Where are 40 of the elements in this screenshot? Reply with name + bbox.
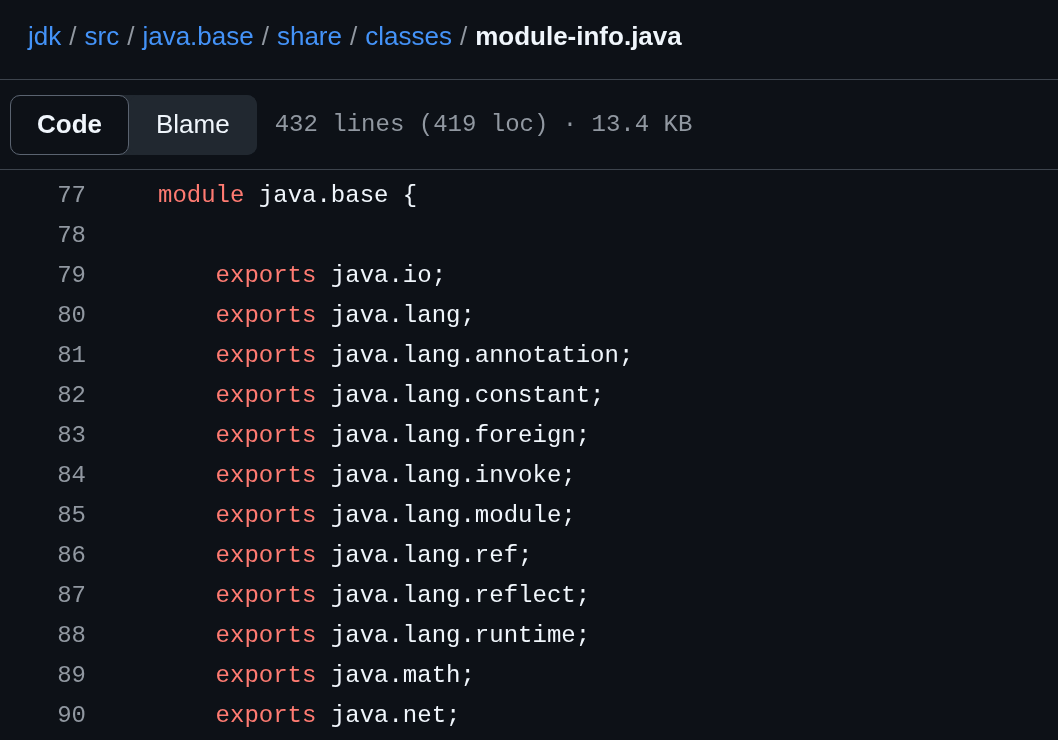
file-info: 432 lines (419 loc) · 13.4 KB bbox=[274, 111, 693, 138]
code-line: exports java.lang.annotation; bbox=[214, 341, 634, 369]
view-tab[interactable]: Code bbox=[10, 94, 129, 155]
code-line: exports java.lang.module; bbox=[214, 501, 576, 529]
line-number[interactable]: 88 bbox=[0, 621, 86, 649]
line-number[interactable]: 89 bbox=[0, 661, 86, 689]
code-line: module java.base { bbox=[158, 181, 418, 209]
code-line: exports java.lang.constant; bbox=[214, 381, 605, 409]
code-line: exports java.net; bbox=[214, 701, 461, 729]
line-number[interactable]: 86 bbox=[0, 541, 86, 569]
line-number[interactable]: 81 bbox=[0, 341, 86, 369]
breadcrumb-link[interactable]: src bbox=[84, 21, 120, 52]
code-line: exports java.lang.runtime; bbox=[214, 621, 591, 649]
breadcrumb-separator: / bbox=[459, 21, 468, 52]
line-number[interactable]: 80 bbox=[0, 301, 86, 329]
code-line: exports java.io; bbox=[214, 261, 447, 289]
file-name: module-info.java bbox=[475, 21, 682, 52]
line-number[interactable]: 79 bbox=[0, 261, 86, 289]
breadcrumb-link[interactable]: java.base bbox=[142, 21, 254, 52]
breadcrumb-separator: / bbox=[350, 21, 358, 52]
line-number[interactable]: 83 bbox=[0, 421, 86, 449]
code-line: exports java.math; bbox=[214, 661, 475, 689]
breadcrumb-link[interactable]: classes bbox=[365, 21, 452, 52]
breadcrumb-separator: / bbox=[261, 21, 269, 52]
code-line: exports java.lang.foreign; bbox=[214, 421, 591, 449]
code-line: exports java.lang; bbox=[214, 301, 475, 329]
breadcrumb-link[interactable]: share bbox=[276, 21, 342, 52]
line-number[interactable]: 87 bbox=[0, 581, 86, 609]
line-number[interactable]: 90 bbox=[0, 701, 86, 729]
line-number[interactable]: 77 bbox=[0, 181, 86, 209]
code-line: exports java.lang.reflect; bbox=[214, 581, 591, 609]
code-line: exports java.lang.invoke; bbox=[214, 461, 576, 489]
line-number[interactable]: 82 bbox=[0, 381, 86, 409]
line-number[interactable]: 84 bbox=[0, 461, 86, 489]
breadcrumb-separator: / bbox=[69, 21, 77, 52]
breadcrumb-link[interactable]: jdk bbox=[28, 21, 62, 52]
code-line: exports java.lang.ref; bbox=[214, 541, 533, 569]
line-number[interactable]: 85 bbox=[0, 501, 86, 529]
line-number[interactable]: 78 bbox=[0, 221, 86, 249]
breadcrumb-separator: / bbox=[127, 21, 135, 52]
